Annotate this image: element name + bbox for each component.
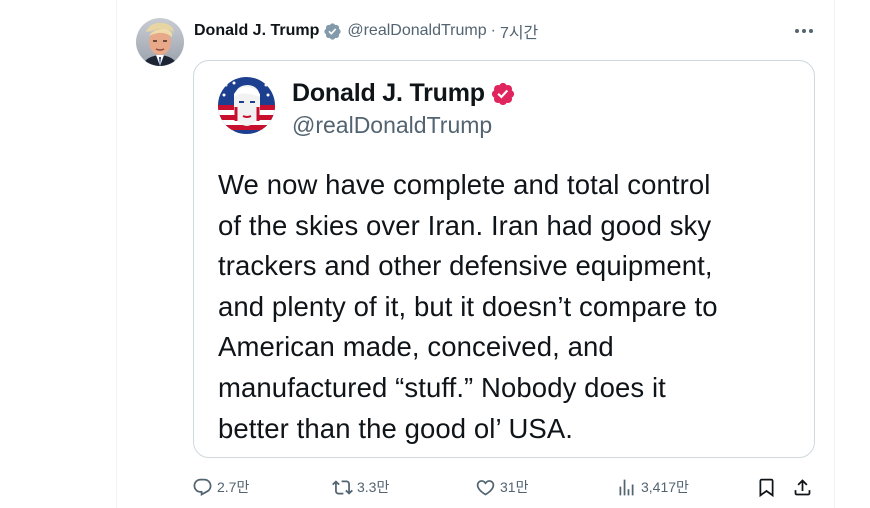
- post-timestamp[interactable]: 7시간: [500, 19, 538, 43]
- views-bar-chart-icon: [619, 479, 634, 495]
- author-display-name[interactable]: Donald J. Trump: [194, 22, 319, 40]
- repost-button[interactable]: 3.3만: [332, 474, 389, 500]
- verified-badge-icon[interactable]: [323, 22, 342, 41]
- embed-text-line: American made, conceived, and: [218, 331, 614, 363]
- bookmark-button[interactable]: [756, 474, 777, 500]
- reply-count: 2.7만: [217, 479, 250, 495]
- embed-text-line: of the skies over Iran. Iran had good sk…: [218, 209, 712, 241]
- post-header: Donald J. Trump @realDonaldTrump · 7시간: [194, 20, 538, 42]
- views-button[interactable]: 3,417만: [616, 474, 689, 500]
- repost-icon: [332, 479, 353, 495]
- reply-button[interactable]: 2.7만: [192, 474, 249, 500]
- share-icon: [794, 478, 811, 495]
- repost-count: 3.3만: [357, 479, 390, 495]
- timeline-border-right: [834, 0, 835, 508]
- post-action-bar: 2.7만 3.3만 31만 3,417만: [192, 474, 822, 500]
- bookmark-icon: [759, 478, 774, 497]
- post-media-card[interactable]: Donald J. Trump @realDonaldTrump We now …: [193, 60, 815, 458]
- verified-badge-icon: [490, 81, 516, 107]
- more-horizontal-icon: [795, 29, 799, 33]
- like-count: 31만: [500, 479, 529, 495]
- embed-author-avatar: [218, 77, 275, 134]
- heart-icon: [476, 479, 495, 496]
- separator-dot: ·: [490, 22, 496, 39]
- embed-text-line: and plenty of it, but it doesn’t compare…: [218, 290, 718, 322]
- embed-author-handle: @realDonaldTrump: [292, 112, 493, 138]
- author-handle[interactable]: @realDonaldTrump: [347, 22, 486, 40]
- embed-post-text: We now have complete and total control o…: [218, 165, 808, 449]
- share-button[interactable]: [792, 474, 813, 500]
- embed-author-name: Donald J. Trump: [292, 79, 485, 107]
- embed-text-line: better than the good ol’ USA.: [218, 412, 574, 444]
- embed-name-row: Donald J. Trump: [292, 79, 516, 108]
- embed-text-line: trackers and other defensive equipment,: [218, 250, 713, 282]
- timeline-border-left: [116, 0, 117, 508]
- embed-text-line: manufactured “stuff.” Nobody does it: [218, 371, 666, 403]
- reply-icon: [193, 478, 212, 496]
- like-button[interactable]: 31만: [475, 474, 528, 500]
- embed-text-line: We now have complete and total control: [218, 169, 711, 200]
- more-options-button[interactable]: [790, 20, 818, 42]
- view-count: 3,417만: [641, 479, 689, 495]
- author-avatar[interactable]: [136, 18, 184, 66]
